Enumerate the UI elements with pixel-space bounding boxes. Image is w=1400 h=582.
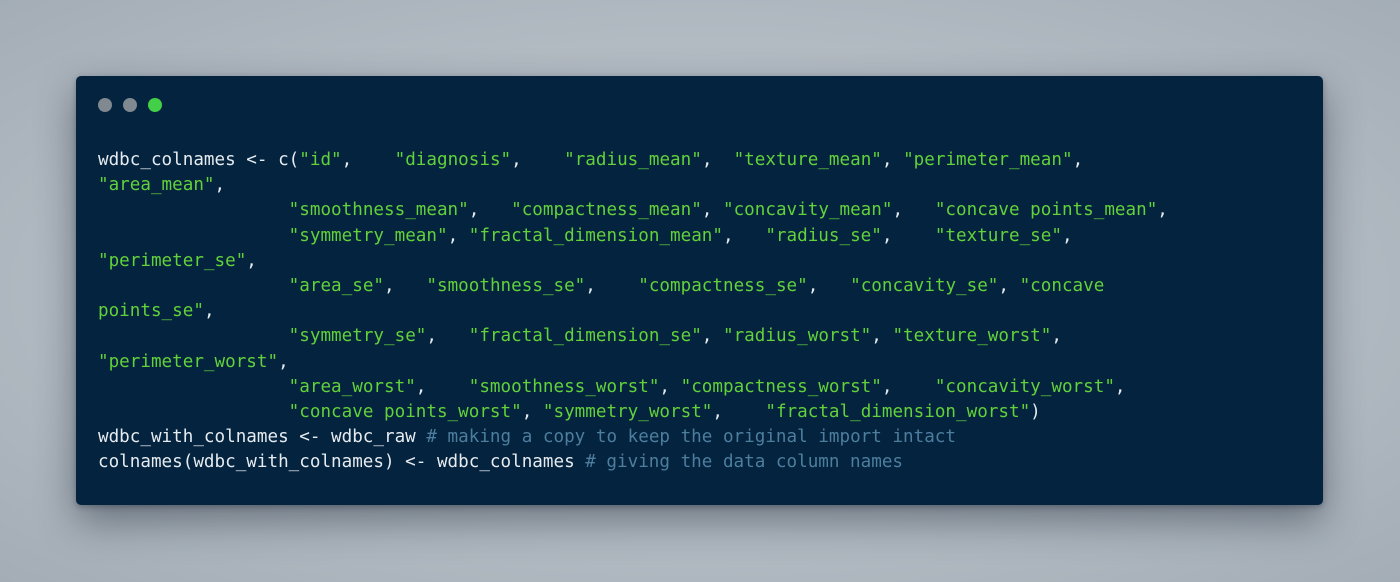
code-text: , [881,376,935,397]
code-line: wdbc_colnames <- c("id", "diagnosis", "r… [98,148,1168,173]
code-text: , [468,200,512,221]
code-string: "concavity_mean" [722,200,893,221]
code-string: "symmetry_mean" [288,225,448,246]
close-button[interactable] [98,98,112,112]
code-line: points_se", [98,299,1168,324]
code-text: , [341,150,395,170]
code-text: , [807,275,851,296]
code-text: , [659,376,681,397]
code-string: "fractal_dimension_worst" [765,401,1031,422]
code-line: "area_worst", "smoothness_worst", "compa… [98,375,1168,400]
code-string: "area_worst" [288,376,416,397]
code-string: "concave points_worst" [288,401,522,422]
code-string: "perimeter_mean" [903,150,1073,170]
code-string: "symmetry_worst" [542,401,713,422]
code-text: , [712,401,766,422]
code-text: , [701,326,723,347]
code-line: "area_mean", [98,173,1168,198]
code-text: wdbc_colnames <- c( [98,150,300,170]
code-text: , [384,275,427,296]
code-text: , [585,275,639,296]
code-string: "area_mean" [98,175,215,196]
code-comment: # giving the data column names [585,452,904,473]
code-line: colnames(wdbc_with_colnames) <- wdbc_col… [98,450,1168,475]
code-text: , [214,175,226,196]
code-text: colnames(wdbc_with_colnames) <- wdbc_col… [98,452,586,473]
code-string: "radius_worst" [722,326,872,347]
code-string: "texture_worst" [892,326,1052,347]
code-line: "symmetry_se", "fractal_dimension_se", "… [98,324,1168,349]
code-text: , [1114,376,1126,397]
code-string: "smoothness_mean" [288,200,469,221]
code-text: , [415,376,469,397]
code-text: , [1157,200,1168,221]
window-controls [98,98,162,112]
code-line: "smoothness_mean", "compactness_mean", "… [98,198,1168,223]
code-string: "id" [299,150,342,170]
code-string: "texture_se" [934,225,1062,246]
code-text: , [998,275,1020,296]
code-string: "area_se" [288,275,385,296]
code-text: , [881,150,904,170]
code-text: , [511,150,565,170]
code-text: , [426,326,469,347]
code-text: , [447,225,469,246]
code-string: "compactness_worst" [680,376,882,397]
code-line: "symmetry_mean", "fractal_dimension_mean… [98,224,1168,249]
code-string: "symmetry_se" [288,326,427,347]
code-text: , [246,250,257,271]
code-string: "fractal_dimension_mean" [468,225,723,246]
code-text: , [881,225,935,246]
code-text: wdbc_with_colnames <- wdbc_raw [98,427,427,448]
code-string: "compactness_se" [638,275,808,296]
maximize-button[interactable] [148,98,162,112]
code-text: ) [1030,401,1041,422]
code-text: , [521,401,543,422]
code-text: , [701,200,723,221]
code-text: , [1051,326,1062,347]
code-string: "smoothness_se" [426,275,586,296]
minimize-button[interactable] [123,98,137,112]
code-string: "diagnosis" [394,150,512,170]
code-text: , [722,225,766,246]
code-string: "radius_se" [765,225,882,246]
code-line: "perimeter_se", [98,249,1168,274]
code-string: "fractal_dimension_se" [468,326,702,347]
code-string: "perimeter_worst" [98,351,279,372]
code-string: points_se" [98,301,204,322]
code-line: "perimeter_worst", [98,350,1168,375]
code-string: "radius_mean" [564,150,702,170]
code-text: , [1061,225,1073,246]
code-line: wdbc_with_colnames <- wdbc_raw # making … [98,425,1168,450]
code-string: "concave [1019,275,1105,296]
code-string: "texture_mean" [733,150,882,170]
code-text: , [203,301,215,322]
code-string: "perimeter_se" [98,250,247,271]
code-text: , [1072,150,1084,170]
code-string: "smoothness_worst" [468,376,660,397]
code-string: "concave points_mean" [934,200,1158,221]
code-line: "area_se", "smoothness_se", "compactness… [98,274,1168,299]
code-line: "concave points_worst", "symmetry_worst"… [98,400,1168,425]
code-string: "concavity_se" [850,275,999,296]
code-block: wdbc_colnames <- c("id", "diagnosis", "r… [98,148,1168,475]
code-string: "concavity_worst" [934,376,1115,397]
code-text: , [892,200,935,221]
code-text: , [701,150,734,170]
code-text: , [871,326,893,347]
code-string: "compactness_mean" [511,200,702,221]
code-comment: # making a copy to keep the original imp… [426,427,956,448]
code-text: , [278,351,289,372]
code-window: wdbc_colnames <- c("id", "diagnosis", "r… [76,76,1323,505]
